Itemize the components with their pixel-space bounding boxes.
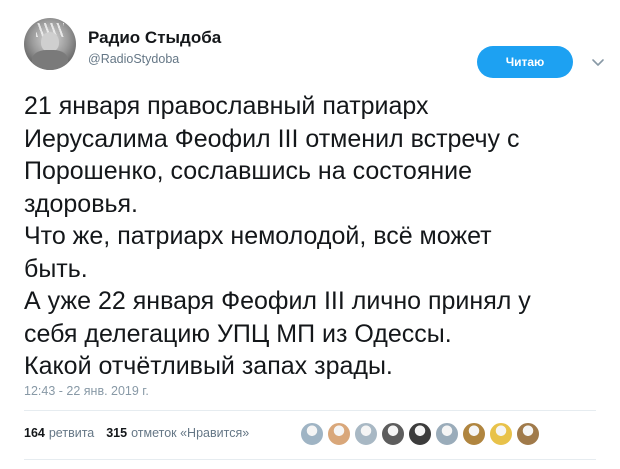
statue-head-shape xyxy=(41,32,59,52)
tweet-header: Радио Стыдоба @RadioStydoba Читаю xyxy=(24,18,604,78)
profile-avatar[interactable] xyxy=(24,18,76,70)
liker-avatars xyxy=(300,422,543,446)
pepper-avatar-icon[interactable] xyxy=(489,422,513,446)
photo-avatar-icon[interactable] xyxy=(408,422,432,446)
follow-button[interactable]: Читаю xyxy=(477,46,573,78)
photo-avatar-icon[interactable] xyxy=(462,422,486,446)
tweet-text: 21 января православный патриарх Иерусали… xyxy=(24,92,531,380)
account-handle[interactable]: @RadioStydoba xyxy=(88,52,179,66)
cat-avatar-icon[interactable] xyxy=(327,422,351,446)
default-avatar-icon[interactable] xyxy=(300,422,324,446)
photo-avatar-icon[interactable] xyxy=(381,422,405,446)
statue-body-shape xyxy=(32,50,68,70)
tweet-stats: 164 ретвита 315 отметок «Нравится» xyxy=(24,426,261,440)
likes-label[interactable]: отметок «Нравится» xyxy=(131,426,249,440)
default-avatar-icon[interactable] xyxy=(435,422,459,446)
account-name[interactable]: Радио Стыдоба xyxy=(88,28,221,48)
default-avatar-icon[interactable] xyxy=(354,422,378,446)
tweet-timestamp[interactable]: 12:43 - 22 янв. 2019 г. xyxy=(24,384,149,398)
retweets-label[interactable]: ретвита xyxy=(49,426,94,440)
photo-avatar-icon[interactable] xyxy=(516,422,540,446)
chevron-down-icon[interactable] xyxy=(590,54,606,70)
likes-count[interactable]: 315 xyxy=(106,426,127,440)
divider xyxy=(24,410,596,411)
divider xyxy=(24,459,596,460)
retweets-count[interactable]: 164 xyxy=(24,426,45,440)
